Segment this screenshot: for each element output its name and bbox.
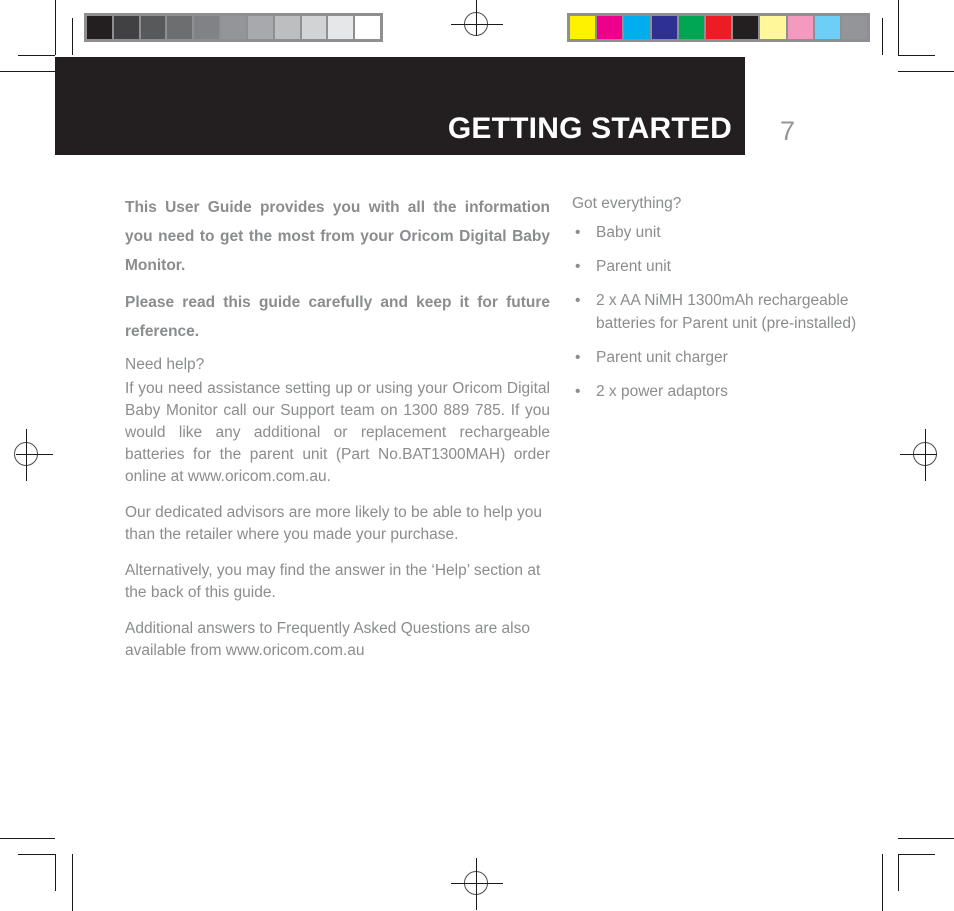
registration-vertical-line [925,429,926,481]
need-help-heading: Need help? [125,356,205,373]
color-patch-9 [814,16,842,39]
registration-vertical-line [26,429,27,481]
color-patch-7 [760,16,788,39]
list-item: • Parent unit charger [572,346,892,369]
color-patch-4 [678,16,706,39]
grayscale-patch-3 [167,16,195,39]
grayscale-patch-10 [355,16,380,39]
list-item-label: 2 x power adaptors [596,383,728,400]
intro-paragraph-1: This User Guide provides you with all th… [125,199,550,274]
color-patch-8 [787,16,815,39]
crop-mark-bottom-left-outer-vertical [72,854,73,911]
registration-mark-top [451,0,503,51]
grayscale-patch-9 [328,16,356,39]
bullet-icon: • [575,224,581,241]
grayscale-patch-4 [194,16,222,39]
right-checklist-column: Got everything? • Baby unit • Parent uni… [572,193,892,403]
list-item-label: Baby unit [596,224,661,241]
crop-mark-top-right-inner-vertical [882,18,883,55]
color-calibration-strip [567,13,870,42]
registration-horizontal-line [900,454,937,455]
registration-horizontal-line [451,883,503,884]
list-item-label: 2 x AA NiMH 1300mAh rechargeable batteri… [596,292,857,332]
color-patch-6 [733,16,761,39]
crop-mark-bottom-right-inner-vertical [898,854,899,891]
crop-mark-bottom-left-inner-horizontal [18,854,55,855]
help-section-paragraph: Alternatively, you may find the answer i… [125,562,541,601]
color-patch-5 [705,16,734,39]
grayscale-patch-0 [87,16,114,39]
color-patch-2 [624,16,652,39]
crop-mark-top-right-outer-vertical [898,0,899,55]
bullet-icon: • [575,349,581,366]
page-header-banner: GETTING STARTED [55,57,745,155]
crop-mark-top-left-inner-horizontal [18,55,55,56]
package-contents-list: • Baby unit • Parent unit • 2 x AA NiMH … [572,221,892,403]
checklist-heading: Got everything? [572,195,682,212]
list-item: • 2 x AA NiMH 1300mAh rechargeable batte… [572,289,892,335]
document-page: GETTING STARTED 7 This User Guide provid… [0,0,954,911]
bullet-icon: • [575,292,581,309]
intro-paragraph-2: Please read this guide carefully and kee… [125,294,550,340]
advisors-paragraph: Our dedicated advisors are more likely t… [125,504,543,543]
color-patch-0 [570,16,598,39]
crop-mark-bottom-right-inner-horizontal [898,854,935,855]
grayscale-patch-5 [221,16,248,39]
color-patch-3 [651,16,679,39]
page-title: GETTING STARTED [447,112,732,145]
registration-mark-right [900,429,952,481]
grayscale-patch-6 [247,16,275,39]
support-paragraph: If you need assistance setting up or usi… [125,380,550,485]
color-patch-1 [597,16,625,39]
list-item: • 2 x power adaptors [572,380,892,403]
registration-vertical-line [476,0,477,36]
crop-mark-top-left-outer-vertical [55,0,56,55]
bullet-icon: • [575,383,581,400]
crop-mark-bottom-right-outer-horizontal [898,838,954,839]
registration-mark-bottom [451,858,503,910]
page-number: 7 [780,116,796,146]
list-item: • Baby unit [572,221,892,244]
crop-mark-bottom-left-outer-horizontal [0,838,55,839]
grayscale-calibration-strip [84,13,383,42]
grayscale-patch-2 [140,16,168,39]
left-text-column: This User Guide provides you with all th… [125,193,550,676]
color-patch-10 [841,16,868,39]
bullet-icon: • [575,258,581,275]
crop-mark-top-left-inner-vertical [72,18,73,55]
grayscale-patch-8 [301,16,329,39]
registration-horizontal-line [451,24,503,25]
faq-paragraph: Additional answers to Frequently Asked Q… [125,620,530,659]
grayscale-patch-1 [113,16,141,39]
list-item: • Parent unit [572,255,892,278]
list-item-label: Parent unit [596,258,671,275]
registration-vertical-line [476,858,477,910]
crop-mark-top-right-outer-horizontal [898,71,954,72]
crop-mark-top-right-inner-horizontal [898,55,935,56]
grayscale-patch-7 [274,16,302,39]
registration-horizontal-line [16,454,53,455]
crop-mark-bottom-left-inner-vertical [55,854,56,891]
crop-mark-top-left-outer-horizontal [0,71,55,72]
list-item-label: Parent unit charger [596,349,728,366]
crop-mark-bottom-right-outer-vertical [882,854,883,911]
registration-mark-left [1,429,53,481]
